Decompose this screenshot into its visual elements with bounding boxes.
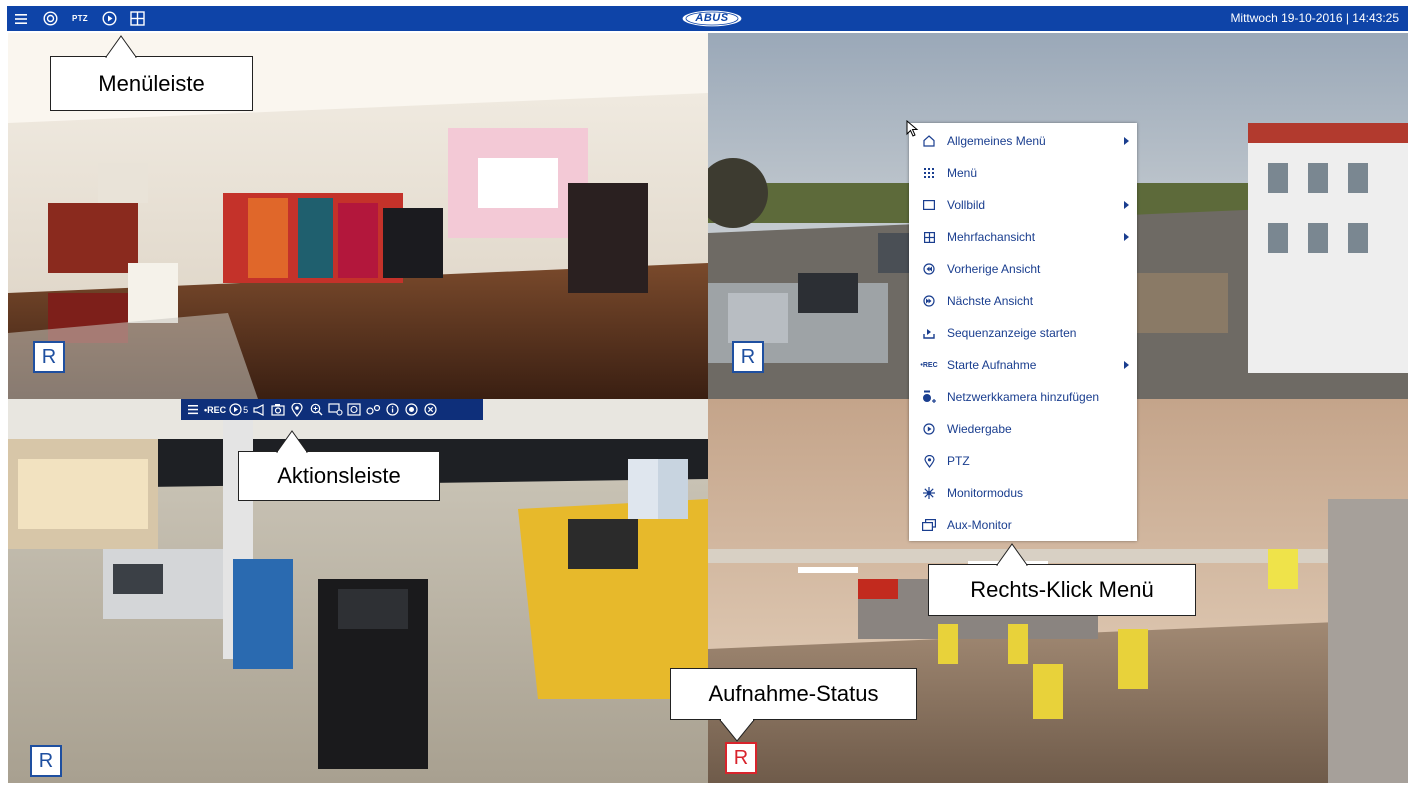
layout-icon[interactable]: [128, 9, 146, 28]
aux-monitor-icon: [921, 517, 937, 533]
callout-rightclick-label: Rechts-Klick Menü: [970, 577, 1154, 602]
ptz-icon: [921, 453, 937, 469]
ptz-icon[interactable]: [289, 400, 305, 419]
callout-rightclick: Rechts-Klick Menü: [928, 543, 1196, 616]
playback-icon: [921, 421, 937, 437]
action-bar: •REC 5: [181, 399, 483, 420]
menu-item-wiedergabe[interactable]: Wiedergabe: [909, 413, 1137, 445]
submenu-arrow-icon: [1124, 201, 1129, 209]
submenu-arrow-icon: [1124, 233, 1129, 241]
menu-item-aux-monitor[interactable]: Aux-Monitor: [909, 509, 1137, 541]
callout-menubar: Menüleiste: [50, 35, 253, 111]
image-settings-icon[interactable]: [327, 400, 343, 419]
callout-recstatus-label: Aufnahme-Status: [708, 681, 879, 706]
menu-item-sequenzanzeige[interactable]: Sequenzanzeige starten: [909, 317, 1137, 349]
rec-icon: •REC: [920, 361, 938, 369]
recording-status-badge: R: [30, 745, 62, 777]
grid-icon: [921, 165, 937, 181]
menu-item-naechste-ansicht[interactable]: Nächste Ansicht: [909, 285, 1137, 317]
fullscreen-icon: [921, 197, 937, 213]
playback-seconds: 5: [243, 404, 249, 415]
ptz-icon[interactable]: PTZ: [70, 9, 90, 28]
next-icon: [921, 293, 937, 309]
home-icon: [921, 133, 937, 149]
stream-icon[interactable]: [403, 400, 419, 419]
right-click-menu: Allgemeines Menü Menü Vollbild Mehrfacha…: [909, 123, 1137, 541]
audio-icon[interactable]: [251, 400, 267, 419]
menu-item-allgemeines-menu[interactable]: Allgemeines Menü: [909, 125, 1137, 157]
face-icon[interactable]: [346, 400, 362, 419]
info-icon[interactable]: [384, 400, 400, 419]
submenu-arrow-icon: [1124, 137, 1129, 145]
menu-icon[interactable]: [185, 400, 201, 419]
menu-item-starte-aufnahme[interactable]: •REC Starte Aufnahme: [909, 349, 1137, 381]
submenu-arrow-icon: [1124, 361, 1129, 369]
previous-icon: [921, 261, 937, 277]
menu-item-vollbild[interactable]: Vollbild: [909, 189, 1137, 221]
menu-icon[interactable]: [13, 9, 29, 28]
camera-view-icon[interactable]: [41, 9, 59, 28]
multiview-icon: [921, 229, 937, 245]
callout-actionbar: Aktionsleiste: [238, 430, 440, 501]
callout-menubar-label: Menüleiste: [98, 71, 205, 96]
zoom-icon[interactable]: [308, 400, 324, 419]
recording-status-badge: R: [732, 341, 764, 373]
snapshot-icon[interactable]: [270, 400, 286, 419]
add-camera-icon: [921, 389, 937, 405]
sequence-icon: [921, 325, 937, 341]
close-icon[interactable]: [422, 400, 438, 419]
menu-item-mehrfachansicht[interactable]: Mehrfachansicht: [909, 221, 1137, 253]
recording-status-badge: R: [33, 341, 65, 373]
mouse-cursor-icon: [906, 120, 919, 137]
menu-item-vorherige-ansicht[interactable]: Vorherige Ansicht: [909, 253, 1137, 285]
rec-button[interactable]: •REC: [204, 400, 226, 419]
instant-playback-icon[interactable]: 5: [229, 400, 248, 419]
datetime-display: Mittwoch 19-10-2016 | 14:43:25: [1230, 11, 1399, 25]
ptz-label: PTZ: [71, 14, 88, 23]
menu-item-menu[interactable]: Menü: [909, 157, 1137, 189]
menu-item-netzwerkkamera-hinzufuegen[interactable]: Netzwerkkamera hinzufügen: [909, 381, 1137, 413]
menu-bar: PTZ ABUS Mittwoch 19-10-2016 | 14:43:25: [7, 6, 1408, 31]
settings-icon[interactable]: [365, 400, 381, 419]
abus-logo: ABUS: [681, 9, 743, 28]
menu-item-ptz[interactable]: PTZ: [909, 445, 1137, 477]
callout-actionbar-label: Aktionsleiste: [277, 463, 401, 488]
recording-active-badge: R: [725, 742, 757, 774]
callout-recstatus: Aufnahme-Status: [670, 668, 917, 742]
playback-icon[interactable]: [100, 9, 118, 28]
menu-item-monitormodus[interactable]: Monitormodus: [909, 477, 1137, 509]
logo-text: ABUS: [695, 12, 729, 24]
monitor-mode-icon: [921, 485, 937, 501]
